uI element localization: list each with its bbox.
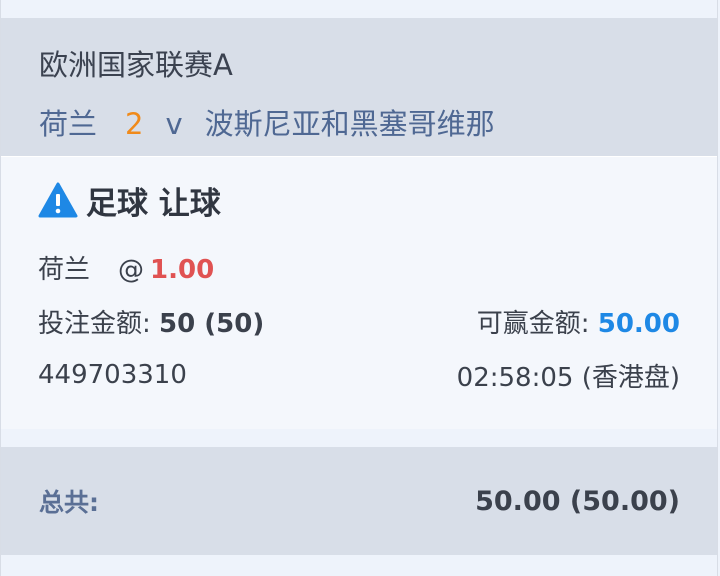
- teams-line: 荷兰 2 v 波斯尼亚和黑塞哥维那: [39, 106, 717, 142]
- ticket-id: 449703310: [38, 360, 187, 390]
- stake-value: 50 (50): [159, 308, 265, 339]
- away-team: 波斯尼亚和黑塞哥维那: [204, 107, 495, 141]
- total-bar: 总共: 50.00 (50.00): [1, 447, 717, 555]
- stake-label: 投注金额:: [38, 308, 151, 339]
- match-header: 欧洲国家联赛A 荷兰 2 v 波斯尼亚和黑塞哥维那: [1, 18, 717, 156]
- versus-label: v: [165, 107, 183, 141]
- odds-value: 1.00: [150, 254, 215, 285]
- selection-team: 荷兰: [38, 254, 91, 285]
- warning-triangle-icon: [38, 182, 78, 218]
- selection: 荷兰 @1.00: [38, 249, 214, 286]
- potential-win: 可赢金额: 50.00: [477, 303, 680, 340]
- bet-title: 足球 让球: [38, 179, 680, 222]
- bet-slip: 欧洲国家联赛A 荷兰 2 v 波斯尼亚和黑塞哥维那 足球 让球 荷兰 @1.00 投注金…: [0, 0, 718, 576]
- win-label: 可赢金额:: [476, 308, 590, 339]
- bet-details-card: 足球 让球 荷兰 @1.00 投注金额: 50 (50) 可赢金额: 50.00 …: [1, 156, 717, 429]
- league-name: 欧洲国家联赛A: [39, 48, 233, 82]
- total-label: 总共:: [39, 488, 99, 517]
- selection-row: 荷兰 @1.00: [38, 247, 680, 287]
- win-value: 50.00: [597, 308, 680, 339]
- amount-row: 投注金额: 50 (50) 可赢金额: 50.00: [38, 301, 680, 341]
- home-team: 荷兰: [39, 107, 98, 141]
- meta-row: 449703310 02:58:05 (香港盘): [38, 355, 680, 395]
- total-value: 50.00 (50.00): [475, 485, 680, 517]
- top-spacer: [1, 0, 717, 18]
- bet-time: 02:58:05 (香港盘): [456, 362, 680, 393]
- match-score: 2: [125, 107, 144, 141]
- stake: 投注金额: 50 (50): [38, 303, 264, 340]
- bet-type-label: 足球 让球: [86, 185, 221, 222]
- odds-at-symbol: @: [118, 254, 145, 285]
